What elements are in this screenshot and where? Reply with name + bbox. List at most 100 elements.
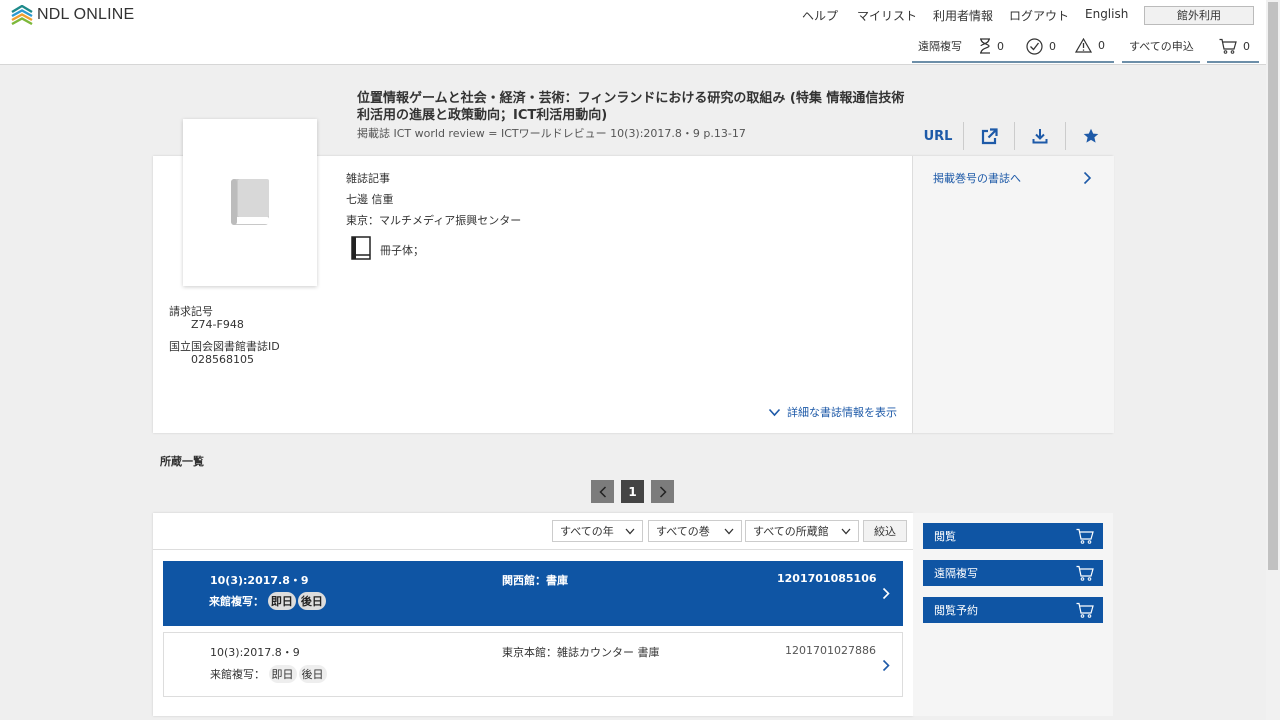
record-subtitle: 掲載誌 ICT world review = ICTワールドレビュー 10(3)… — [357, 127, 746, 140]
more-info-link[interactable]: 詳細な書誌情報を表示 — [768, 404, 897, 420]
book-cover — [183, 119, 317, 286]
holding-id: 1201701085106 — [777, 572, 877, 585]
call-number-label: 請求記号 — [169, 305, 213, 318]
warning-icon — [1075, 38, 1092, 53]
chevron-right-icon — [659, 485, 667, 498]
cart-icon — [1076, 565, 1094, 581]
volume-filter[interactable]: すべての巻 — [648, 520, 742, 542]
star-icon — [1083, 128, 1099, 143]
holding-location: 東京本館：雑誌カウンター 書庫 — [502, 646, 660, 659]
later-day-badge: 後日 — [297, 592, 326, 610]
nav-user-info[interactable]: 利用者情報 — [933, 7, 993, 24]
ndl-logo[interactable]: NDL ONLINE — [11, 5, 134, 25]
volume-filter-label: すべての巻 — [656, 525, 710, 538]
all-requests-tab[interactable]: すべての申込 — [1129, 38, 1194, 54]
next-page-button[interactable] — [651, 480, 674, 503]
logo-text: NDL ONLINE — [37, 6, 135, 23]
chevron-down-icon — [724, 528, 734, 534]
later-day-badge: 後日 — [298, 665, 327, 683]
page-scrollbar[interactable] — [1266, 0, 1280, 720]
ndl-id-label: 国立国会図書館書誌ID — [169, 340, 280, 353]
cart-count: 0 — [1243, 39, 1250, 53]
copy-label: 来館複写： — [209, 595, 264, 608]
holding-issue: 10(3):2017.8・9 — [210, 574, 309, 587]
record-publisher: 東京：マルチメディア振興センター — [346, 214, 522, 227]
header: NDL ONLINE ヘルプ マイリスト 利用者情報 ログアウト English… — [0, 0, 1266, 65]
filter-apply-button[interactable]: 絞込 — [863, 520, 907, 542]
chevron-down-icon — [625, 528, 635, 534]
year-filter[interactable]: すべての年 — [552, 520, 643, 542]
reserve-request-label: 閲覧予約 — [934, 604, 978, 617]
issue-link[interactable]: 掲載巻号の書誌へ — [933, 170, 1021, 186]
record-actions: URL — [913, 122, 1116, 150]
hourglass-icon — [980, 38, 990, 54]
check-circle-icon — [1026, 38, 1043, 55]
year-filter-label: すべての年 — [560, 525, 614, 538]
cart-status[interactable]: 0 — [1219, 38, 1250, 54]
chevron-right-icon — [882, 659, 890, 672]
done-count: 0 — [1049, 40, 1056, 53]
toolbar-underline — [1207, 61, 1259, 63]
warning-count: 0 — [1098, 39, 1105, 52]
external-link-icon — [981, 127, 998, 144]
guest-button[interactable]: 館外利用 — [1144, 6, 1254, 25]
toolbar-underline — [912, 61, 1114, 63]
same-day-badge: 即日 — [267, 592, 296, 610]
cart-icon — [1076, 602, 1094, 618]
cart-icon — [1219, 38, 1237, 54]
print-book-icon — [351, 236, 371, 260]
favorite-button[interactable] — [1066, 122, 1116, 150]
record-author: 七邊 信重 — [346, 193, 394, 206]
download-icon — [1032, 129, 1048, 144]
holding-item[interactable]: 10(3):2017.8・9 関西館：書庫 1201701085106 来館複写… — [163, 561, 903, 626]
view-request-label: 閲覧 — [934, 530, 956, 543]
ndl-logo-icon — [11, 5, 33, 25]
call-number: Z74-F948 — [191, 318, 244, 331]
copy-options: 来館複写： 即日 後日 — [209, 592, 328, 610]
pending-status[interactable]: 0 — [979, 38, 1004, 54]
url-button[interactable]: URL — [913, 122, 964, 150]
ndl-id: 028568105 — [191, 353, 254, 366]
library-filter[interactable]: すべての所蔵館 — [745, 520, 859, 542]
remote-copy-request-button[interactable]: 遠隔複写 — [923, 560, 1103, 586]
nav-english[interactable]: English — [1085, 7, 1128, 21]
chevron-right-icon — [882, 587, 890, 600]
record-title: 位置情報ゲームと社会・経済・芸術：フィンランドにおける研究の取組み (特集 情報… — [357, 91, 905, 123]
external-link-button[interactable] — [964, 122, 1015, 150]
record-side-panel: 掲載巻号の書誌へ — [912, 156, 1114, 433]
nav-logout[interactable]: ログアウト — [1009, 7, 1069, 24]
download-button[interactable] — [1015, 122, 1066, 150]
toolbar-underline — [1122, 61, 1200, 63]
record-format: 冊子体； — [380, 244, 424, 257]
chevron-left-icon — [598, 485, 606, 498]
reserve-request-button[interactable]: 閲覧予約 — [923, 597, 1103, 623]
remote-copy-tab[interactable]: 遠隔複写 — [918, 38, 962, 54]
page-1-button[interactable]: 1 — [621, 480, 644, 503]
chevron-down-icon — [841, 528, 851, 534]
copy-options: 来館複写： 即日 後日 — [210, 665, 329, 683]
view-request-button[interactable]: 閲覧 — [923, 523, 1103, 549]
library-filter-label: すべての所蔵館 — [753, 525, 829, 538]
same-day-badge: 即日 — [268, 665, 297, 683]
done-status[interactable]: 0 — [1026, 38, 1056, 55]
scrollbar-thumb[interactable] — [1268, 2, 1278, 570]
chevron-right-icon[interactable] — [1083, 171, 1092, 185]
holding-issue: 10(3):2017.8・9 — [210, 646, 300, 659]
record-type: 雑誌記事 — [346, 172, 390, 185]
holding-item[interactable]: 10(3):2017.8・9 東京本館：雑誌カウンター 書庫 120170102… — [163, 632, 903, 697]
cart-icon — [1076, 528, 1094, 544]
prev-page-button[interactable] — [591, 480, 614, 503]
holdings-title: 所蔵一覧 — [160, 455, 204, 468]
pending-count: 0 — [997, 39, 1004, 53]
holding-id: 1201701027886 — [785, 644, 876, 657]
more-info-text: 詳細な書誌情報を表示 — [787, 406, 897, 419]
holding-location: 関西館：書庫 — [502, 574, 568, 587]
chevron-down-icon — [768, 408, 781, 416]
warning-status[interactable]: 0 — [1075, 38, 1105, 53]
nav-help[interactable]: ヘルプ — [802, 7, 838, 24]
remote-copy-request-label: 遠隔複写 — [934, 567, 978, 580]
nav-mylist[interactable]: マイリスト — [857, 7, 917, 24]
copy-label: 来館複写： — [210, 668, 265, 681]
filter-divider — [153, 549, 913, 550]
book-icon — [231, 179, 269, 225]
